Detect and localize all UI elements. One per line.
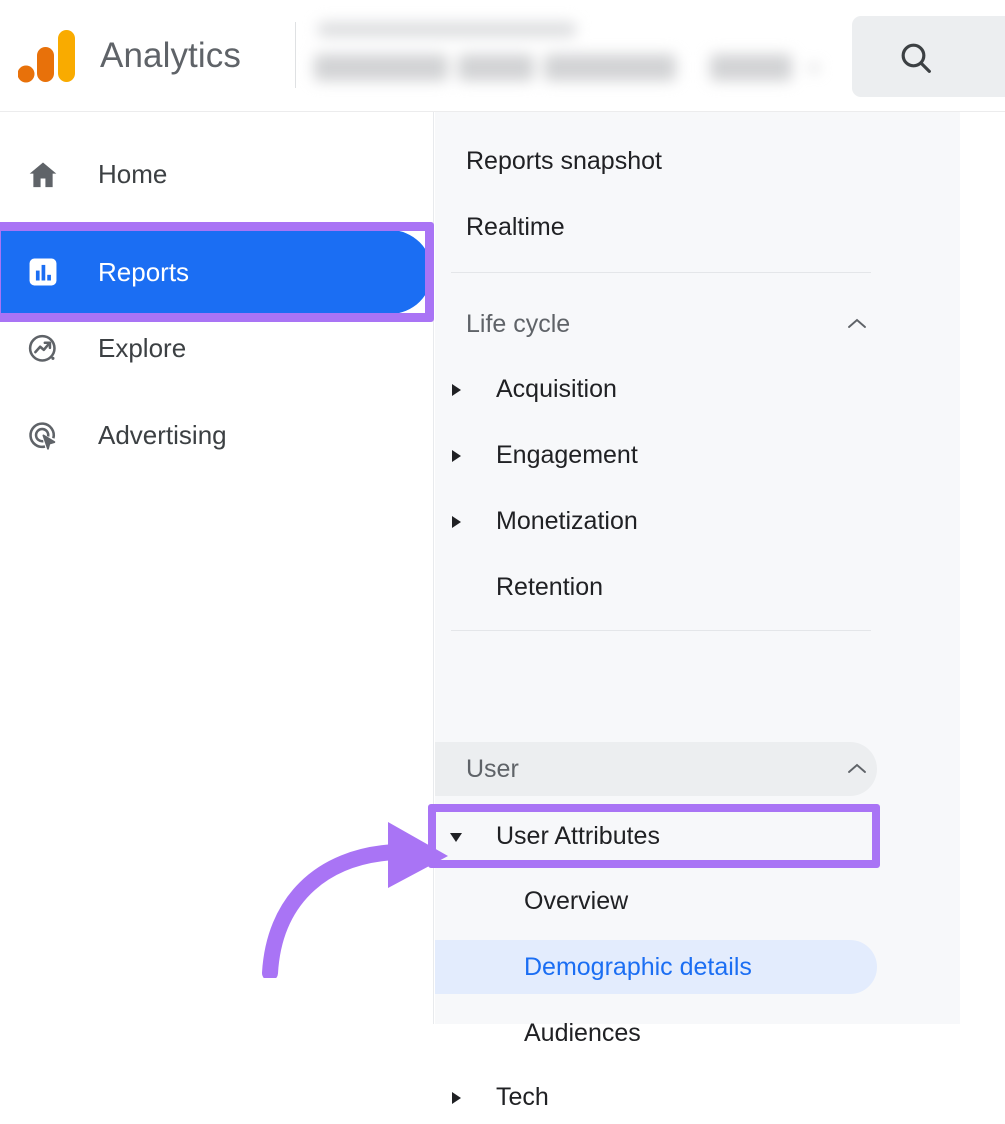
nav-retention[interactable]: Retention — [435, 560, 960, 614]
chevron-up-icon — [846, 317, 868, 336]
sidebar-item-label: Home — [98, 159, 168, 189]
search-button[interactable] — [852, 16, 1005, 97]
page-title: Analytics — [100, 36, 241, 75]
expand-triangle-icon[interactable] — [452, 516, 461, 528]
advertising-icon — [26, 419, 60, 453]
nav-label: Audiences — [524, 1019, 641, 1047]
selected-pill — [0, 230, 432, 314]
nav-section-user[interactable]: User — [435, 742, 960, 796]
expand-triangle-icon[interactable] — [452, 450, 461, 462]
nav-section-life-cycle[interactable]: Life cycle — [435, 297, 960, 351]
chevron-up-icon — [846, 762, 868, 781]
nav-reports-snapshot[interactable]: Reports snapshot — [435, 134, 960, 188]
home-icon — [26, 158, 60, 192]
nav-user-attributes[interactable]: User Attributes — [435, 809, 960, 863]
expand-triangle-icon[interactable] — [452, 384, 461, 396]
bar-chart-icon — [26, 255, 60, 289]
sidebar-item-label: Advertising — [98, 420, 227, 450]
expand-triangle-icon[interactable] — [452, 1092, 461, 1104]
nav-label: Retention — [496, 573, 604, 601]
nav-realtime[interactable]: Realtime — [435, 200, 960, 254]
nav-label: Engagement — [496, 441, 638, 469]
google-analytics-logo — [17, 28, 80, 84]
nav-demographic-details[interactable]: Demographic details — [435, 940, 960, 994]
divider — [451, 272, 871, 273]
nav-label: Demographic details — [524, 953, 752, 981]
sidebar-item-label: Reports — [98, 257, 190, 287]
nav-audiences[interactable]: Audiences — [435, 1006, 960, 1060]
sidebar-item-explore[interactable]: Explore — [0, 318, 434, 378]
nav-tech[interactable]: Tech — [435, 1070, 960, 1124]
nav-engagement[interactable]: Engagement — [435, 428, 960, 482]
collapse-triangle-icon[interactable] — [450, 833, 462, 842]
divider — [451, 630, 871, 631]
nav-overview[interactable]: Overview — [435, 874, 960, 928]
section-label: User — [466, 755, 519, 783]
nav-label: Overview — [524, 887, 629, 915]
nav-label: Acquisition — [496, 375, 617, 403]
nav-label: User Attributes — [496, 822, 660, 850]
primary-sidebar: Home Reports Explore Advertising — [0, 112, 434, 1024]
sidebar-item-advertising[interactable]: Advertising — [0, 405, 434, 465]
sidebar-item-reports[interactable]: Reports — [0, 230, 434, 314]
header-divider — [295, 22, 296, 88]
reports-navigation-panel: Reports snapshot Realtime Life cycle Acq… — [428, 112, 960, 1111]
nav-label: Reports snapshot — [466, 147, 662, 175]
nav-label: Tech — [496, 1083, 549, 1111]
app-header: Analytics — [0, 0, 1005, 112]
explore-icon — [26, 332, 60, 366]
section-label: Life cycle — [466, 310, 571, 338]
nav-label: Realtime — [466, 213, 565, 241]
sidebar-item-home[interactable]: Home — [0, 144, 434, 204]
nav-acquisition[interactable]: Acquisition — [435, 362, 960, 416]
nav-monetization[interactable]: Monetization — [435, 494, 960, 548]
account-property-selector[interactable] — [310, 12, 822, 94]
nav-label: Monetization — [496, 507, 638, 535]
sidebar-item-label: Explore — [98, 333, 187, 363]
